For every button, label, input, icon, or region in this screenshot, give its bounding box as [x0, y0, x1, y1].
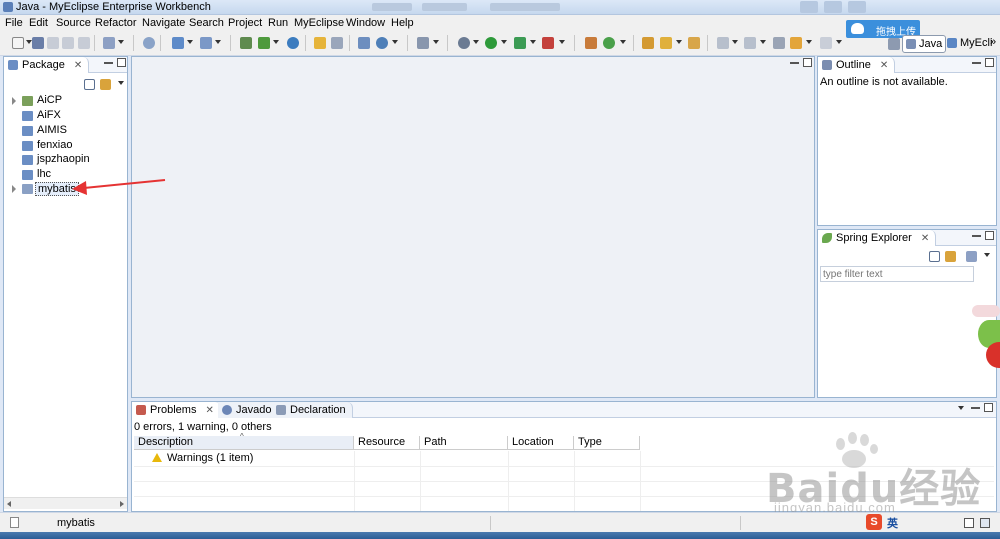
arrow-head	[72, 181, 87, 195]
annotation-arrow	[72, 179, 166, 195]
arrow-shaft	[83, 179, 166, 189]
